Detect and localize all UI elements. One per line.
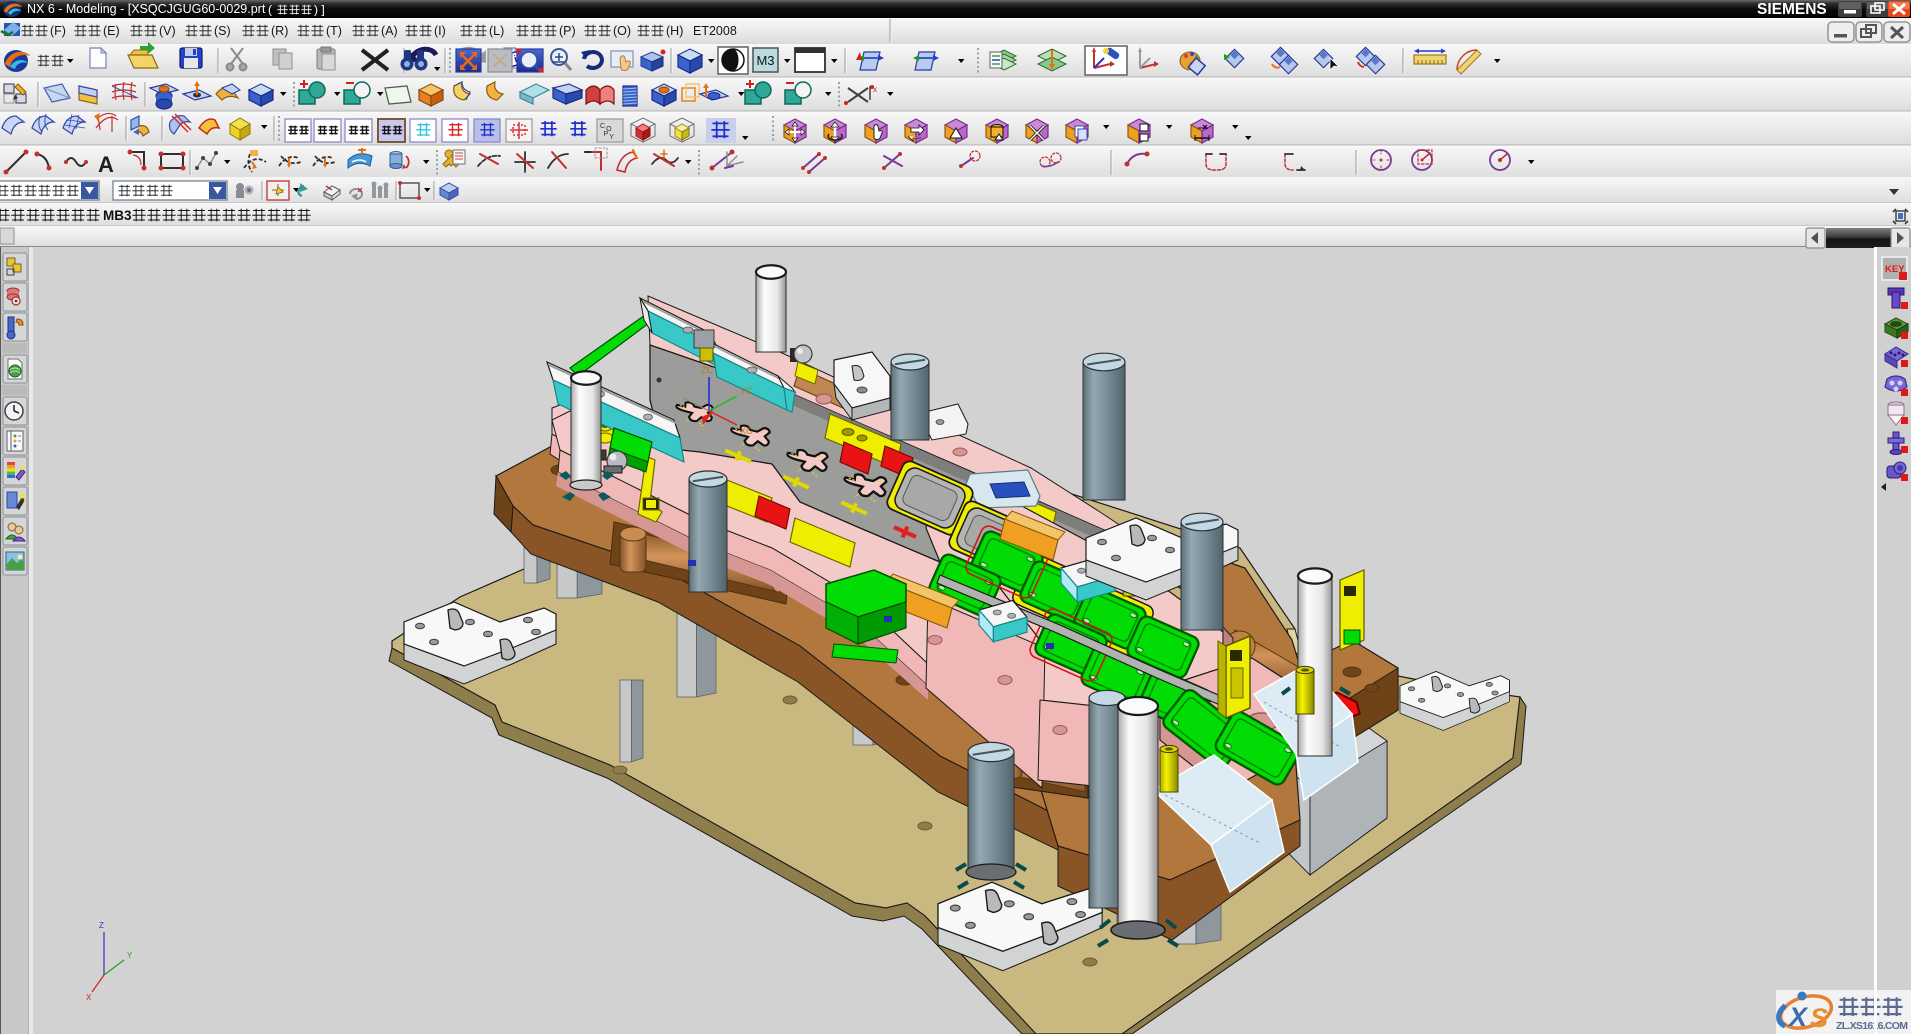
svg-text:Z: Z (99, 921, 104, 930)
svg-text:(O): (O) (613, 24, 631, 38)
svg-text:ZL.XS1616.COM: ZL.XS1616.COM (1836, 1020, 1908, 1032)
svg-text:SIEMENS: SIEMENS (1757, 1, 1827, 18)
svg-text:(T): (T) (326, 24, 342, 38)
svg-text:(V): (V) (159, 24, 176, 38)
svg-text:x: x (873, 85, 877, 94)
svg-text:S: S (1810, 1003, 1828, 1033)
svg-text:(H): (H) (666, 24, 683, 38)
svg-text:YC: YC (740, 386, 753, 396)
svg-text:A: A (98, 152, 114, 177)
svg-text:(R): (R) (271, 24, 288, 38)
svg-text:(: ( (268, 3, 272, 17)
svg-text:X: X (86, 993, 92, 1002)
svg-text:(L): (L) (489, 24, 504, 38)
svg-text:(S): (S) (214, 24, 231, 38)
svg-text:Y: Y (127, 951, 133, 960)
svg-text:(P): (P) (559, 24, 576, 38)
svg-text:(I): (I) (434, 24, 446, 38)
svg-text:X: X (674, 388, 680, 397)
svg-text:M3: M3 (756, 53, 774, 68)
svg-text:) ]: ) ] (314, 3, 325, 17)
svg-text:(E): (E) (103, 24, 120, 38)
svg-text:(F): (F) (50, 24, 66, 38)
svg-text:NX 6 - Modeling - [XSQCJGUG60-: NX 6 - Modeling - [XSQCJGUG60-0029.prt (27, 2, 266, 16)
svg-text:X: X (1787, 1002, 1809, 1032)
svg-text:MB3: MB3 (103, 208, 132, 223)
svg-text:ZC: ZC (701, 365, 713, 375)
svg-text:ET2008: ET2008 (693, 24, 737, 38)
svg-text:XC: XC (740, 426, 753, 436)
svg-text:(A): (A) (381, 24, 398, 38)
